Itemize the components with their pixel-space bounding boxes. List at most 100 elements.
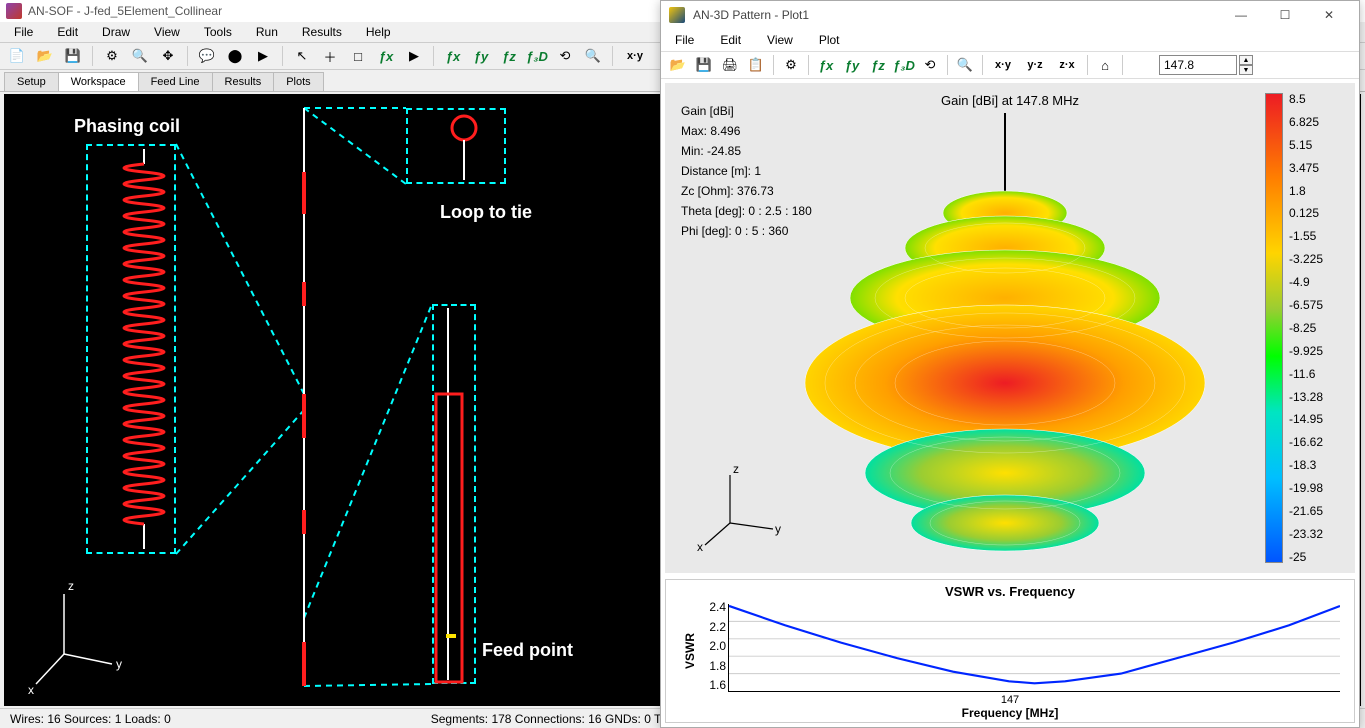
play2-button[interactable]: ▶	[403, 45, 425, 67]
play-button[interactable]: ▶	[252, 45, 274, 67]
colorbar-tick: -14.95	[1289, 413, 1341, 425]
vswr-yticks: 2.42.22.01.81.6	[700, 600, 726, 692]
tab-plots[interactable]: Plots	[273, 72, 323, 91]
colorbar-tick: -8.25	[1289, 322, 1341, 334]
pattern-info-block: Gain [dBi] Max: 8.496 Min: -24.85 Distan…	[681, 101, 812, 241]
menu-help[interactable]: Help	[366, 25, 391, 39]
toolbar-separator	[612, 46, 613, 66]
colorbar-tick: -13.28	[1289, 391, 1341, 403]
colorbar-tick: -16.62	[1289, 436, 1341, 448]
frequency-input[interactable]	[1159, 55, 1237, 75]
save-button[interactable]: 💾	[62, 45, 84, 67]
colorbar-tick: -19.98	[1289, 482, 1341, 494]
vswr-ytick: 1.6	[700, 678, 726, 692]
menu-draw[interactable]: Draw	[102, 25, 130, 39]
close-icon[interactable]: ✕	[1307, 1, 1351, 29]
pattern-toolbar: 📂💾🖨📋 ⚙ ƒxƒyƒzƒ₃D⟲ 🔍 x·yy·zz·x ⌂ ▲▼	[661, 51, 1359, 79]
pattern-window: AN-3D Pattern - Plot1 — ☐ ✕ File Edit View…	[660, 0, 1360, 728]
menu-tools[interactable]: Tools	[204, 25, 232, 39]
colorbar-tick: 5.15	[1289, 139, 1341, 151]
doc-button[interactable]: 📄	[6, 45, 28, 67]
pattern-menubar: File Edit View Plot	[661, 29, 1359, 51]
menu-view[interactable]: View	[767, 33, 793, 47]
colorbar-labels: 8.56.8255.153.4751.80.125-1.55-3.225-4.9…	[1283, 93, 1341, 563]
colorbar-gradient	[1265, 93, 1283, 563]
toolbar-separator	[92, 46, 93, 66]
menu-plot[interactable]: Plot	[819, 33, 840, 47]
menu-view[interactable]: View	[154, 25, 180, 39]
f3d-button[interactable]: ƒ₃D	[893, 54, 915, 76]
square-button[interactable]: □	[347, 45, 369, 67]
minimize-icon[interactable]: —	[1219, 1, 1263, 29]
vswr-ytick: 2.4	[700, 600, 726, 614]
fx-button[interactable]: ƒx	[815, 54, 837, 76]
svg-text:y: y	[116, 657, 122, 671]
vswr-ytick: 2.0	[700, 639, 726, 653]
fz-button[interactable]: ƒz	[498, 45, 520, 67]
cog-button[interactable]: ⚙	[780, 54, 802, 76]
home-button[interactable]: ⌂	[1094, 54, 1116, 76]
fx-button[interactable]: ƒx	[442, 45, 464, 67]
menu-run[interactable]: Run	[256, 25, 278, 39]
vswr-plot[interactable]: VSWR vs. Frequency VSWR Frequency [MHz] …	[665, 579, 1355, 723]
print-button[interactable]: 🖨	[719, 54, 741, 76]
spin-up-icon[interactable]: ▲	[1239, 55, 1253, 65]
chat-button[interactable]: 💬	[196, 45, 218, 67]
menu-edit[interactable]: Edit	[720, 33, 741, 47]
tab-results[interactable]: Results	[212, 72, 275, 91]
mag-button[interactable]: 🔍	[582, 45, 604, 67]
info-min: Min: -24.85	[681, 141, 812, 161]
open-button[interactable]: 📂	[34, 45, 56, 67]
main-title-text: AN-SOF - J-fed_5Element_Collinear	[28, 4, 222, 18]
plus-button[interactable]: ＋	[319, 45, 341, 67]
menu-edit[interactable]: Edit	[57, 25, 78, 39]
colorbar-tick: 6.825	[1289, 116, 1341, 128]
fy-button[interactable]: ƒy	[470, 45, 492, 67]
cog-button[interactable]: ⚙	[101, 45, 123, 67]
frequency-spinner[interactable]: ▲▼	[1239, 55, 1253, 75]
ball-button[interactable]: ⬤	[224, 45, 246, 67]
orbit-button[interactable]: ⟲	[554, 45, 576, 67]
toolbar-separator	[808, 55, 809, 75]
mag-button[interactable]: 🔍	[954, 54, 976, 76]
colorbar-tick: 3.475	[1289, 162, 1341, 174]
maximize-icon[interactable]: ☐	[1263, 1, 1307, 29]
zx-button[interactable]: z·x	[1053, 54, 1081, 76]
fz-button[interactable]: ƒz	[867, 54, 889, 76]
pan-button[interactable]: ✥	[157, 45, 179, 67]
zoom-button[interactable]: 🔍	[129, 45, 151, 67]
info-max: Max: 8.496	[681, 121, 812, 141]
colorbar-tick: -21.65	[1289, 505, 1341, 517]
colorbar-tick: 0.125	[1289, 207, 1341, 219]
open-button[interactable]: 📂	[667, 54, 689, 76]
xy-button[interactable]: x·y	[621, 45, 649, 67]
arrow-button[interactable]: ↖	[291, 45, 313, 67]
save-button[interactable]: 💾	[693, 54, 715, 76]
tab-setup[interactable]: Setup	[4, 72, 59, 91]
f3d-button[interactable]: ƒ₃D	[526, 45, 548, 67]
tab-workspace[interactable]: Workspace	[58, 72, 139, 91]
menu-file[interactable]: File	[675, 33, 694, 47]
yz-button[interactable]: y·z	[1021, 54, 1049, 76]
copy-button[interactable]: 📋	[745, 54, 767, 76]
tab-feed-line[interactable]: Feed Line	[138, 72, 213, 91]
svg-text:z: z	[733, 463, 739, 476]
toolbar-separator	[773, 55, 774, 75]
spin-down-icon[interactable]: ▼	[1239, 65, 1253, 75]
pattern-viewport[interactable]: Gain [dBi] at 147.8 MHz Gain [dBi] Max: …	[665, 83, 1355, 573]
vswr-title: VSWR vs. Frequency	[945, 584, 1075, 599]
colorbar-tick: -9.925	[1289, 345, 1341, 357]
menu-results[interactable]: Results	[302, 25, 342, 39]
fx-button[interactable]: ƒx	[375, 45, 397, 67]
toolbar-separator	[187, 46, 188, 66]
pattern-titlebar[interactable]: AN-3D Pattern - Plot1 — ☐ ✕	[661, 1, 1359, 29]
orbit-button[interactable]: ⟲	[919, 54, 941, 76]
xy-button[interactable]: x·y	[989, 54, 1017, 76]
pattern-window-controls: — ☐ ✕	[1219, 1, 1351, 29]
menu-file[interactable]: File	[14, 25, 33, 39]
toolbar-separator	[982, 55, 983, 75]
pattern-title-text: AN-3D Pattern - Plot1	[693, 8, 809, 22]
vswr-canvas	[728, 604, 1340, 692]
info-distance: Distance [m]: 1	[681, 161, 812, 181]
fy-button[interactable]: ƒy	[841, 54, 863, 76]
